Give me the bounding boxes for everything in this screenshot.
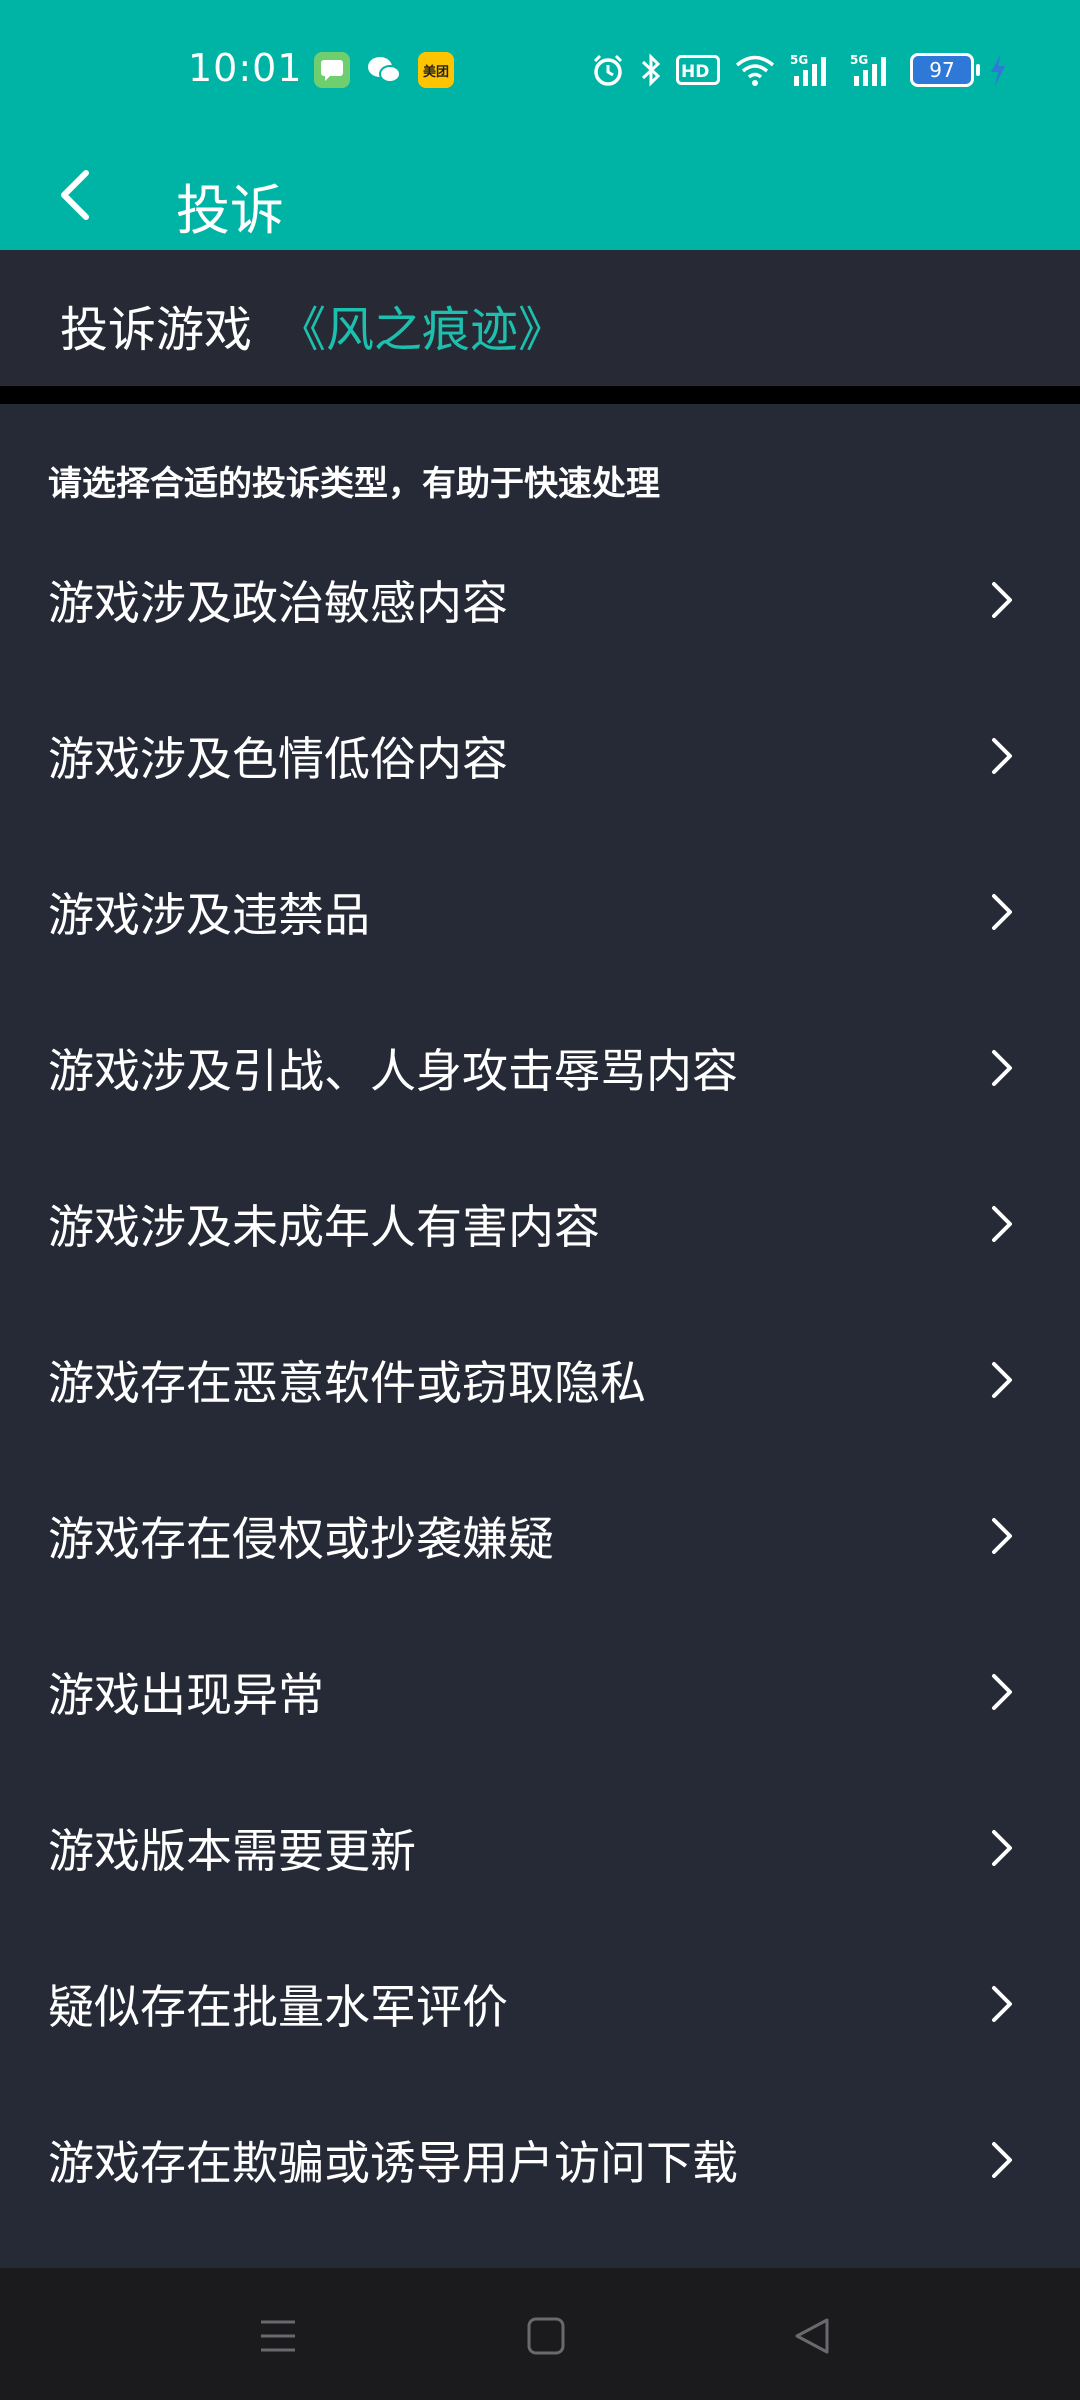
nav-back-button[interactable] <box>782 2306 842 2366</box>
list-item-label: 游戏涉及违禁品 <box>48 888 370 942</box>
wechat-icon <box>366 52 402 88</box>
wifi-icon <box>734 48 776 92</box>
list-item-label: 游戏存在侵权或抄袭嫌疑 <box>48 1512 554 1566</box>
hd-icon: HD <box>676 48 720 92</box>
back-button[interactable] <box>40 156 110 234</box>
complaint-item-fraud[interactable]: 游戏存在欺骗或诱导用户访问下载 <box>0 2082 1080 2238</box>
chevron-right-icon <box>992 1206 1012 1242</box>
game-header: 投诉游戏 《风之痕迹》 <box>0 250 1080 386</box>
game-header-label: 投诉游戏 <box>60 302 253 358</box>
list-item-label: 游戏版本需要更新 <box>48 1824 416 1878</box>
complaint-item-malware[interactable]: 游戏存在恶意软件或窃取隐私 <box>0 1302 1080 1458</box>
chevron-right-icon <box>992 1362 1012 1398</box>
list-item-label: 游戏涉及色情低俗内容 <box>48 732 508 786</box>
complaint-item-abnormal[interactable]: 游戏出现异常 <box>0 1614 1080 1770</box>
chevron-right-icon <box>992 1830 1012 1866</box>
battery-icon: 97 <box>910 53 980 87</box>
complaint-list-area: 请选择合适的投诉类型，有助于快速处理 游戏涉及政治敏感内容 游戏涉及色情低俗内容… <box>0 404 1080 2268</box>
status-right-icons: HD 5G 5G 97 <box>590 48 1008 92</box>
signal-5g-icon-1: 5G <box>790 48 836 92</box>
chevron-right-icon <box>992 894 1012 930</box>
alarm-icon <box>590 48 626 92</box>
title-bar: 投诉 <box>0 140 1080 250</box>
svg-text:HD: HD <box>681 62 709 82</box>
system-nav-bar <box>0 2268 1080 2400</box>
list-item-label: 游戏涉及政治敏感内容 <box>48 576 508 630</box>
complaint-item-political[interactable]: 游戏涉及政治敏感内容 <box>0 522 1080 678</box>
page-title: 投诉 <box>176 179 284 242</box>
list-item-label: 游戏存在欺骗或诱导用户访问下载 <box>48 2136 738 2190</box>
chevron-right-icon <box>992 1674 1012 1710</box>
chevron-right-icon <box>992 1050 1012 1086</box>
back-triangle-icon <box>795 2318 829 2354</box>
svg-text:5G: 5G <box>850 53 868 67</box>
section-divider <box>0 386 1080 404</box>
complaint-item-abuse[interactable]: 游戏涉及引战、人身攻击辱骂内容 <box>0 990 1080 1146</box>
list-item-label: 游戏涉及未成年人有害内容 <box>48 1200 600 1254</box>
complaint-type-list: 游戏涉及政治敏感内容 游戏涉及色情低俗内容 游戏涉及违禁品 游戏涉及引战、人身攻… <box>0 522 1080 2238</box>
chevron-right-icon <box>992 2142 1012 2178</box>
battery-level: 97 <box>929 58 955 82</box>
list-item-label: 疑似存在批量水军评价 <box>48 1980 508 2034</box>
message-icon <box>314 52 350 88</box>
chevron-right-icon <box>992 582 1012 618</box>
meituan-icon: 美团 <box>418 52 454 88</box>
list-hint: 请选择合适的投诉类型，有助于快速处理 <box>48 464 660 504</box>
menu-icon <box>261 2320 295 2352</box>
complaint-item-infringement[interactable]: 游戏存在侵权或抄袭嫌疑 <box>0 1458 1080 1614</box>
status-bar: 10:01 美团 HD 5G 5G 97 <box>0 0 1080 140</box>
list-item-label: 游戏涉及引战、人身攻击辱骂内容 <box>48 1044 738 1098</box>
signal-5g-icon-2: 5G <box>850 48 896 92</box>
chevron-left-icon <box>61 170 89 220</box>
nav-home-button[interactable] <box>516 2306 576 2366</box>
list-item-label: 游戏存在恶意软件或窃取隐私 <box>48 1356 646 1410</box>
complaint-item-minors[interactable]: 游戏涉及未成年人有害内容 <box>0 1146 1080 1302</box>
chevron-right-icon <box>992 1986 1012 2022</box>
nav-menu-button[interactable] <box>248 2306 308 2366</box>
complaint-item-vulgar[interactable]: 游戏涉及色情低俗内容 <box>0 678 1080 834</box>
meituan-label: 美团 <box>422 64 449 80</box>
complaint-item-update[interactable]: 游戏版本需要更新 <box>0 1770 1080 1926</box>
game-name[interactable]: 《风之痕迹》 <box>278 290 566 360</box>
charging-icon <box>988 48 1008 92</box>
list-item-label: 游戏出现异常 <box>48 1668 324 1722</box>
complaint-item-contraband[interactable]: 游戏涉及违禁品 <box>0 834 1080 990</box>
complaint-item-fake-reviews[interactable]: 疑似存在批量水军评价 <box>0 1926 1080 2082</box>
svg-text:5G: 5G <box>790 53 808 67</box>
chevron-right-icon <box>992 738 1012 774</box>
chevron-right-icon <box>992 1518 1012 1554</box>
bluetooth-icon <box>640 48 662 92</box>
status-time: 10:01 <box>188 46 303 90</box>
home-square-icon <box>527 2317 565 2355</box>
